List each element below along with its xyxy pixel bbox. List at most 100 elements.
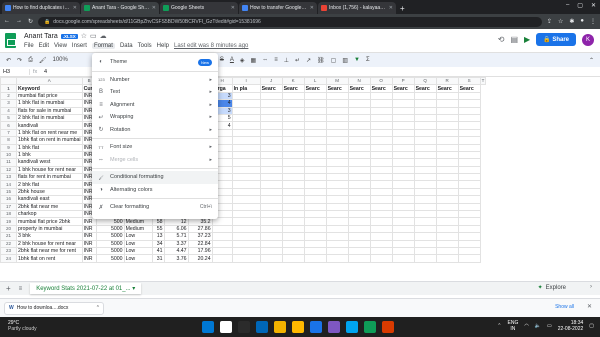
cell[interactable] <box>281 195 305 204</box>
cell[interactable] <box>231 173 261 182</box>
cell[interactable] <box>457 202 481 212</box>
cell[interactable] <box>369 202 393 212</box>
language-indicator[interactable]: ENG IN <box>508 320 519 332</box>
cell[interactable] <box>457 195 481 204</box>
cell[interactable] <box>303 224 327 234</box>
cell[interactable] <box>325 217 349 226</box>
cell[interactable] <box>391 187 415 197</box>
cell[interactable]: kandivali east <box>16 195 83 204</box>
cell[interactable] <box>231 165 261 175</box>
cell[interactable] <box>413 232 437 241</box>
share-button[interactable]: 🔒 Share <box>536 33 576 46</box>
row-header[interactable]: 15 <box>0 187 17 197</box>
row-header[interactable]: 8 <box>0 136 17 145</box>
cell[interactable] <box>369 210 393 219</box>
cell[interactable] <box>281 210 305 219</box>
cell[interactable] <box>413 224 437 234</box>
cell[interactable] <box>325 99 349 108</box>
cell[interactable] <box>259 136 283 145</box>
merge-icon[interactable]: ⇔ <box>262 57 268 63</box>
name-box[interactable]: H3 <box>0 68 30 75</box>
cell[interactable]: Searc <box>281 84 305 93</box>
cell[interactable] <box>347 173 371 182</box>
cell[interactable] <box>457 113 481 123</box>
cell[interactable] <box>325 254 349 263</box>
redo-icon[interactable]: ↷ <box>17 57 22 64</box>
cell[interactable] <box>413 202 437 212</box>
cell[interactable] <box>391 165 415 175</box>
cell[interactable] <box>325 106 349 115</box>
menu-insert[interactable]: Insert <box>72 43 87 49</box>
cell[interactable] <box>259 121 283 130</box>
cell[interactable] <box>325 150 349 160</box>
cell[interactable] <box>211 232 233 241</box>
zoom-select[interactable]: 100% <box>53 57 68 63</box>
cell[interactable] <box>413 246 437 256</box>
column-header[interactable]: P <box>391 77 415 86</box>
cell[interactable] <box>413 158 437 167</box>
cell[interactable] <box>231 187 261 197</box>
borders-icon[interactable]: ▦ <box>251 57 257 64</box>
cell[interactable] <box>457 143 481 152</box>
cell[interactable] <box>325 187 349 197</box>
cell[interactable] <box>457 180 481 189</box>
cell[interactable]: INR <box>81 217 97 226</box>
cell[interactable] <box>231 99 261 108</box>
cell[interactable] <box>435 128 459 138</box>
cell[interactable] <box>259 239 283 249</box>
column-header[interactable]: M <box>325 77 349 86</box>
cell[interactable] <box>259 173 283 182</box>
row-header[interactable]: 24 <box>0 254 17 263</box>
cell[interactable] <box>391 99 415 108</box>
cell[interactable]: 13 <box>151 232 165 241</box>
functions-icon[interactable]: Σ <box>366 57 370 63</box>
row-header[interactable]: 5 <box>0 113 17 123</box>
row-header[interactable]: 12 <box>0 165 17 175</box>
cell[interactable] <box>457 254 481 263</box>
cell[interactable] <box>413 143 437 152</box>
cell[interactable] <box>259 106 283 115</box>
cell[interactable] <box>413 91 437 101</box>
cell[interactable] <box>369 246 393 256</box>
cell[interactable] <box>281 158 305 167</box>
cell[interactable] <box>303 91 327 101</box>
cell[interactable] <box>281 202 305 212</box>
menu-item-wrapping[interactable]: ↵ Wrapping ▸ <box>92 111 218 124</box>
column-header[interactable]: J <box>259 77 283 86</box>
cell[interactable] <box>391 173 415 182</box>
cell[interactable]: 1 bhk flat <box>16 143 83 152</box>
cell[interactable] <box>303 99 327 108</box>
cell[interactable] <box>325 143 349 152</box>
column-header[interactable]: N <box>347 77 371 86</box>
cell[interactable] <box>457 99 481 108</box>
cell[interactable]: 35.2 <box>187 217 213 226</box>
row-header[interactable]: 22 <box>0 239 17 249</box>
cell[interactable]: 5000 <box>95 232 125 241</box>
taskbar-app-icon[interactable] <box>310 321 322 333</box>
cell[interactable] <box>303 173 327 182</box>
cell[interactable] <box>391 121 415 130</box>
cell[interactable] <box>281 136 305 145</box>
taskbar-app-icon[interactable] <box>238 321 250 333</box>
cell[interactable]: 12 <box>163 217 189 226</box>
cell[interactable] <box>435 165 459 175</box>
cell[interactable] <box>325 210 349 219</box>
cell[interactable] <box>303 180 327 189</box>
cell[interactable] <box>347 113 371 123</box>
cell[interactable] <box>347 165 371 175</box>
cell[interactable] <box>303 136 327 145</box>
cell[interactable] <box>391 232 415 241</box>
cell[interactable] <box>391 180 415 189</box>
cell[interactable] <box>457 217 481 226</box>
cell[interactable] <box>281 187 305 197</box>
cell[interactable] <box>303 121 327 130</box>
cell[interactable] <box>281 113 305 123</box>
cell[interactable] <box>413 239 437 249</box>
taskbar-app-icon[interactable] <box>220 321 232 333</box>
browser-tab[interactable]: How to transfer Google contacts✕ <box>239 2 317 14</box>
cell[interactable] <box>303 254 327 263</box>
browser-tab[interactable]: Google Sheets ✕ <box>160 2 238 14</box>
comments-icon[interactable]: ▤ <box>510 35 518 44</box>
menu-item-alternating-colors[interactable]: ◑ Alternating colors <box>92 184 218 197</box>
cell[interactable] <box>231 246 261 256</box>
